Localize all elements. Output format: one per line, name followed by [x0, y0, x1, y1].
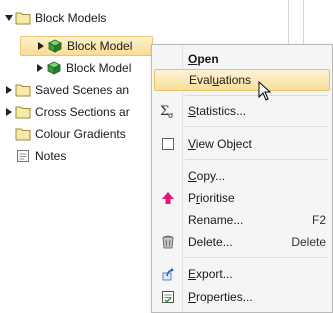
tree-item-block-models[interactable]: Block Models	[3, 8, 106, 28]
menu-item-statistics[interactable]: Σ σ Statistics...	[154, 100, 330, 122]
menu-item-open[interactable]: Open	[154, 48, 330, 70]
menu-item-view-object[interactable]: View Object	[154, 133, 330, 155]
menu-item-label: Rename...	[188, 213, 244, 227]
folder-icon	[15, 82, 31, 98]
tree-item-label: Colour Gradients	[35, 127, 126, 141]
checkbox-icon[interactable]	[154, 133, 182, 155]
expand-arrow-icon[interactable]	[3, 12, 15, 24]
tree-item-colour-gradients[interactable]: Colour Gradients	[15, 124, 126, 144]
menu-item-properties[interactable]: Properties...	[154, 286, 330, 308]
up-arrow-icon	[154, 187, 182, 209]
menu-separator	[185, 257, 328, 258]
menu-item-label: View Object	[188, 137, 252, 151]
collapse-arrow-icon[interactable]	[3, 84, 15, 96]
block-model-icon	[47, 38, 63, 54]
menu-item-label: Delete...	[188, 235, 233, 249]
menu-item-label: Properties...	[188, 290, 253, 304]
notes-icon	[15, 148, 31, 164]
menu-item-label: Statistics...	[188, 104, 247, 118]
tree-item-label: Notes	[35, 149, 67, 163]
menu-item-delete[interactable]: Delete... Delete	[154, 231, 330, 253]
block-model-icon	[46, 60, 62, 76]
tree-item-label: Block Model	[67, 39, 133, 53]
menu-item-rename[interactable]: Rename... F2	[154, 209, 330, 231]
menu-item-export[interactable]: Export...	[154, 263, 330, 285]
menu-item-evaluations[interactable]: Evaluations	[154, 69, 330, 91]
menu-item-label: Prioritise	[188, 191, 235, 205]
collapse-arrow-icon[interactable]	[3, 106, 15, 118]
tree-item-block-model[interactable]: Block Model	[20, 36, 153, 56]
menu-item-label: Export...	[188, 267, 233, 281]
tree-item-label: Cross Sections ar	[35, 105, 130, 119]
export-icon	[154, 263, 182, 285]
menu-item-copy[interactable]: Copy...	[154, 165, 330, 187]
folder-icon	[15, 104, 31, 120]
menu-separator	[185, 126, 328, 127]
tree-item-label: Block Models	[35, 11, 107, 25]
folder-icon	[15, 126, 31, 142]
menu-item-prioritise[interactable]: Prioritise	[154, 187, 330, 209]
folder-icon	[15, 10, 31, 26]
menu-item-label: Copy...	[188, 169, 226, 183]
tree-item-notes[interactable]: Notes	[15, 146, 66, 166]
menu-item-label: Open	[188, 52, 219, 66]
collapse-arrow-icon[interactable]	[35, 40, 47, 52]
collapse-arrow-icon[interactable]	[34, 62, 46, 74]
tree-item-cross-sections[interactable]: Cross Sections ar	[3, 102, 130, 122]
trash-icon	[154, 231, 182, 253]
shortcut-label: Delete	[291, 235, 326, 249]
menu-item-label: Evaluations	[189, 73, 252, 87]
menu-separator	[185, 159, 328, 160]
shortcut-label: F2	[311, 213, 326, 227]
svg-text:σ: σ	[168, 111, 173, 119]
tree-item-saved-scenes[interactable]: Saved Scenes an	[3, 80, 129, 100]
statistics-icon: Σ σ	[154, 100, 182, 122]
menu-separator	[185, 95, 328, 96]
context-menu: Open Evaluations Σ σ Statistics... View …	[151, 44, 333, 313]
mouse-cursor-icon	[258, 81, 272, 101]
properties-icon	[154, 286, 182, 308]
tree-item-block-model[interactable]: Block Model	[34, 58, 131, 78]
tree-item-label: Block Model	[66, 61, 132, 75]
tree-item-label: Saved Scenes an	[35, 83, 130, 97]
